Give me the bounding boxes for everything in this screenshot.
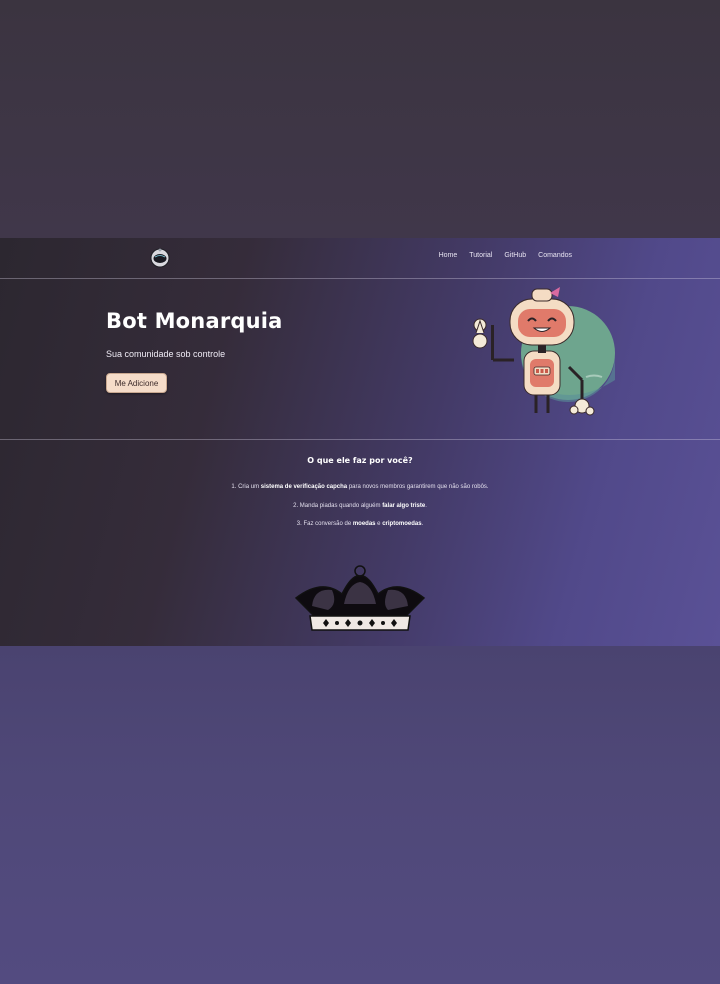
feature-item-captcha: 1. Cria um sistema de verificação capcha… [0,484,720,490]
features-section: O que ele faz por você? 1. Cria um siste… [0,440,720,646]
page-background-top [0,0,720,238]
feature-highlight: moedas [352,521,376,527]
waving-robot-illustration [466,285,616,430]
nav-link-comandos[interactable]: Comandos [538,252,572,259]
feature-item-currency: 3. Faz conversão de moedas e criptomoeda… [0,521,720,527]
feature-item-jokes: 2. Manda piadas quando alguém falar algo… [0,503,720,509]
feature-text: 1. Cria um [231,484,261,490]
feature-text: . [425,503,427,509]
feature-text: . [421,521,424,527]
nav-link-home[interactable]: Home [439,252,458,259]
feature-highlight: sistema de verificação capcha [260,484,348,490]
page-background-bottom [0,646,720,984]
feature-text: 3. Faz conversão de [296,521,353,527]
hero-section: Bot Monarquia Sua comunidade sob control… [0,279,720,440]
nav-links: Home Tutorial GitHub Comandos [439,252,572,259]
feature-text: para novos membros garantirem que não sã… [347,484,489,490]
features-title: O que ele faz por você? [307,456,413,465]
nav-link-tutorial[interactable]: Tutorial [469,252,492,259]
hero-title: Bot Monarquia [106,309,283,333]
add-bot-button[interactable]: Me Adicione [106,373,167,393]
hero-subtitle: Sua comunidade sob controle [106,349,226,359]
feature-highlight: criptomoedas [382,521,422,527]
astronaut-helmet-icon[interactable] [150,248,170,268]
crown-icon [292,564,428,636]
navbar: Home Tutorial GitHub Comandos [0,238,720,279]
website-screenshot: Home Tutorial GitHub Comandos Bot Monarq… [0,238,720,646]
feature-highlight: falar algo triste [382,503,426,509]
feature-text: 2. Manda piadas quando alguém [293,503,383,509]
nav-link-github[interactable]: GitHub [504,252,526,259]
